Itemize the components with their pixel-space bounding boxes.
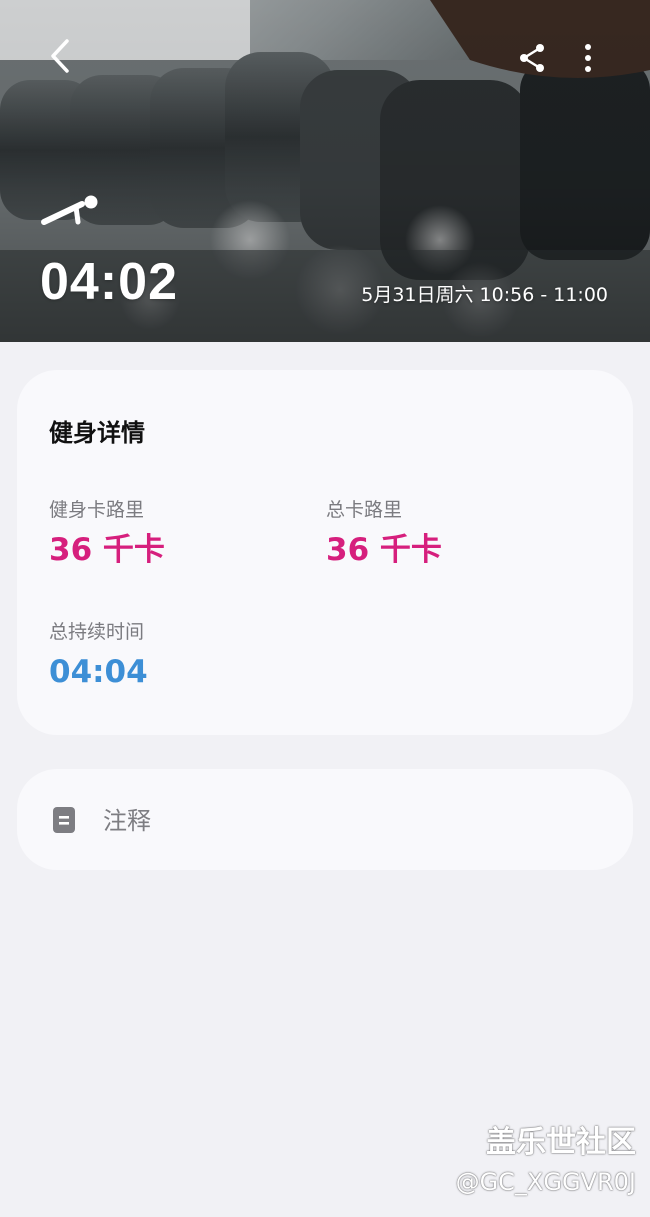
details-title: 健身详情	[49, 419, 145, 447]
chevron-left-icon	[51, 39, 69, 73]
workout-date-range: 5月31日周六 10:56 - 11:00	[361, 284, 608, 306]
share-icon	[520, 44, 544, 72]
stat-total-duration: 总持续时间 04:04	[49, 620, 148, 692]
notes-label: 注释	[103, 807, 151, 835]
more-options-button[interactable]	[566, 36, 610, 80]
stat-value: 04:04	[49, 654, 148, 690]
stat-label: 总持续时间	[49, 621, 145, 643]
stat-total-calories: 总卡路里 36 千卡	[326, 498, 442, 570]
share-button[interactable]	[510, 36, 554, 80]
more-vertical-icon	[585, 44, 591, 72]
stat-label: 总卡路里	[326, 499, 403, 521]
back-button[interactable]	[38, 34, 82, 78]
notes-button[interactable]: 注释	[17, 769, 633, 870]
stat-value: 36 千卡	[326, 532, 442, 568]
workout-details-card: 健身详情 健身卡路里 36 千卡 总卡路里 36 千卡 总持续时间 04:04	[17, 370, 633, 735]
workout-hero: 04:02 5月31日周六 10:56 - 11:00	[0, 0, 650, 342]
watermark-title: 盖乐世社区	[486, 1125, 636, 1160]
pushup-icon	[41, 195, 98, 225]
watermark-user: @GC_XGGVR0J	[455, 1168, 636, 1196]
note-icon	[53, 807, 75, 833]
workout-duration: 04:02	[40, 253, 178, 311]
stat-workout-calories: 健身卡路里 36 千卡	[49, 498, 165, 570]
stat-value: 36 千卡	[49, 532, 165, 568]
stat-label: 健身卡路里	[49, 499, 145, 521]
